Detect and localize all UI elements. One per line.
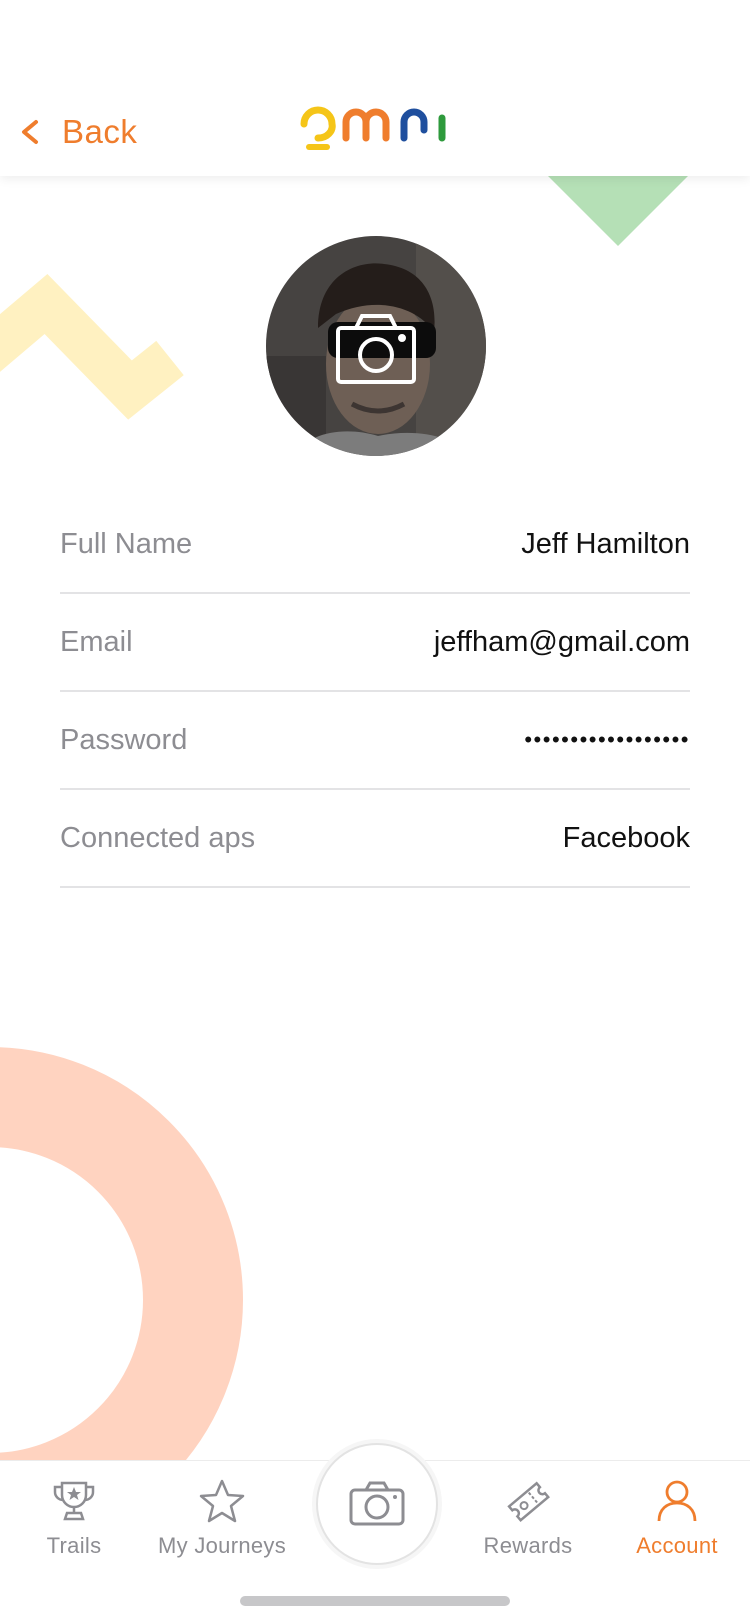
- account-screen: Back Full Name Jeff Hamilton Email jeffh…: [0, 0, 750, 1624]
- password-value: ••••••••••••••••••: [524, 727, 690, 752]
- tab-label: Rewards: [483, 1533, 573, 1558]
- star-icon: [199, 1479, 245, 1523]
- back-label: Back: [62, 113, 138, 150]
- full-name-value: Jeff Hamilton: [521, 527, 690, 560]
- camera-button[interactable]: [316, 1443, 438, 1565]
- field-label: Connected aps: [60, 821, 256, 854]
- tab-account[interactable]: Account: [622, 1461, 732, 1581]
- back-button[interactable]: Back: [18, 106, 137, 158]
- green-triangle-decoration: [548, 176, 688, 246]
- field-label: Password: [60, 723, 188, 756]
- field-full-name[interactable]: Full Name Jeff Hamilton: [60, 496, 690, 594]
- chevron-left-icon: [22, 120, 38, 144]
- trophy-icon: [53, 1481, 95, 1521]
- home-indicator: [240, 1596, 510, 1606]
- profile-avatar[interactable]: [266, 236, 486, 456]
- connected-apps-value: Facebook: [562, 821, 690, 854]
- omni-logo: [300, 106, 446, 150]
- avatar-photo: [266, 236, 486, 456]
- field-email[interactable]: Email jeffham@gmail.com: [60, 594, 690, 692]
- profile-fields: Full Name Jeff Hamilton Email jeffham@gm…: [60, 496, 690, 888]
- tab-trails[interactable]: Trails: [24, 1461, 124, 1581]
- tab-rewards[interactable]: Rewards: [470, 1461, 586, 1581]
- tab-label: Trails: [46, 1533, 102, 1558]
- yellow-zigzag-decoration: [0, 273, 184, 420]
- field-password[interactable]: Password ••••••••••••••••••: [60, 692, 690, 790]
- tab-my-journeys[interactable]: My Journeys: [148, 1461, 296, 1581]
- camera-icon: [349, 1481, 405, 1526]
- field-label: Email: [60, 625, 133, 658]
- person-icon: [657, 1480, 697, 1522]
- ticket-icon: [507, 1481, 550, 1522]
- email-value: jeffham@gmail.com: [433, 625, 690, 658]
- field-label: Full Name: [60, 527, 193, 560]
- top-header: Back: [0, 0, 750, 176]
- peach-arc-decoration: [0, 1047, 243, 1553]
- tab-label: My Journeys: [157, 1533, 286, 1558]
- field-connected-apps[interactable]: Connected aps Facebook: [60, 790, 690, 888]
- tab-label: Account: [636, 1533, 718, 1558]
